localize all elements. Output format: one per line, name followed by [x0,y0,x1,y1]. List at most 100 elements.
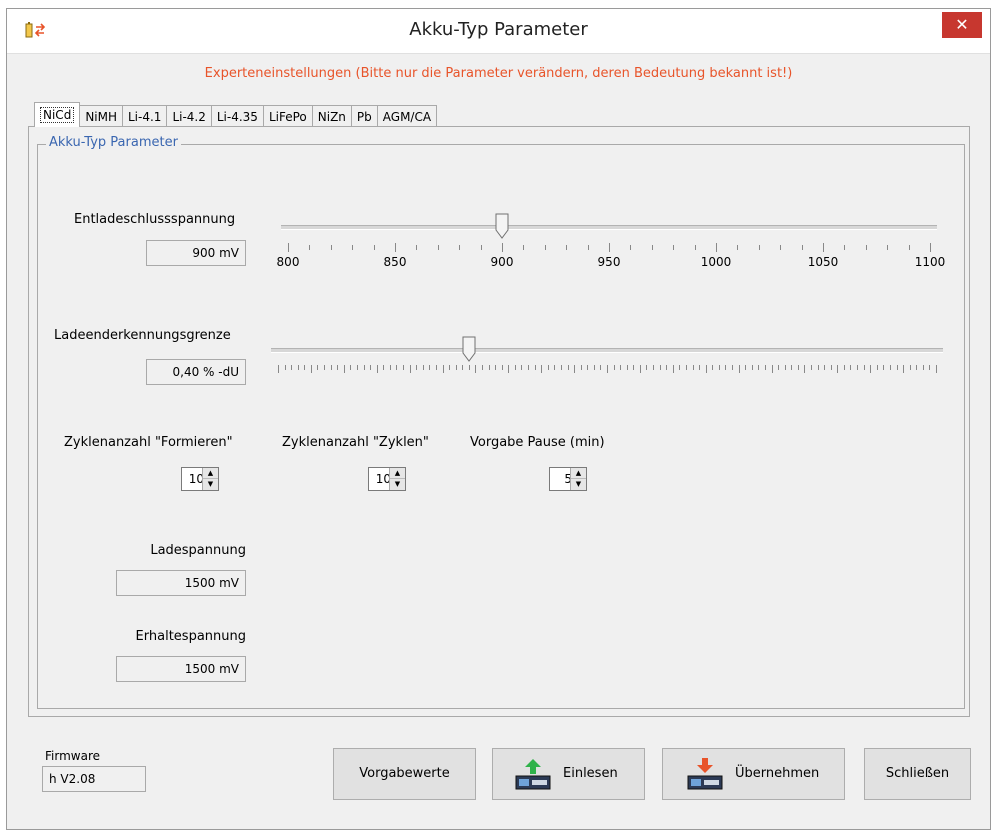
tab-li-4-1[interactable]: Li-4.1 [122,105,168,127]
stepper-up-icon[interactable]: ▲ [390,468,405,479]
slider-tick [310,365,312,373]
read-button[interactable]: Einlesen [492,748,645,800]
tab-li-4-35[interactable]: Li-4.35 [210,105,264,127]
slider-tick [429,365,431,370]
stepper-down-icon[interactable]: ▼ [390,479,405,490]
slider-tick [502,243,503,252]
ladespannung-value: 1500 mV [116,570,246,596]
slider-tick [370,365,372,370]
slider-tick [508,365,510,373]
tab-nicd[interactable]: NiCd [34,102,81,127]
slider-tick [651,245,653,250]
ladeende-slider[interactable] [271,330,943,390]
slider-tick [916,365,918,370]
slider-tick [317,365,319,370]
slider-tick [732,365,734,370]
slider-tick [373,245,375,250]
slider-tick [488,365,490,370]
slider-tick-label: 800 [276,255,300,269]
slider-tick [646,365,648,370]
slider-tick [554,365,556,370]
tab-li-4-2[interactable]: Li-4.2 [166,105,212,127]
slider-tick [547,365,549,370]
slider-tick [309,245,311,250]
apply-button[interactable]: Übernehmen [662,748,845,800]
ladeende-label: Ladeenderkennungsgrenze [54,328,231,343]
slider-tick [304,365,306,370]
slider-tick [455,365,457,370]
dialog-window: Akku-Typ Parameter ✕ Experteneinstellung… [6,8,991,830]
defaults-button[interactable]: Vorgabewerte [333,748,476,800]
tab-nizn[interactable]: NiZn [311,105,352,127]
slider-tick [791,365,793,370]
slider-tick [297,365,299,370]
slider-tick [837,365,839,373]
tab-agm-ca[interactable]: AGM/CA [376,105,438,127]
ladeende-slider-thumb[interactable] [462,336,476,362]
ladeende-value: 0,40 % -dU [146,359,246,385]
slider-tick [639,365,641,373]
expert-warning: Experteneinstellungen (Bitte nur die Par… [204,66,793,81]
tab-lifepo[interactable]: LiFePo [262,105,313,127]
apply-button-label: Übernehmen [735,766,820,781]
slider-tick [501,365,503,370]
slider-tick [745,365,747,370]
close-button[interactable]: Schließen [864,748,971,800]
title-bar: Akku-Typ Parameter ✕ [7,9,990,54]
zyklen-formieren-stepper[interactable]: 10 ▲ ▼ [181,467,219,491]
stepper-down-icon[interactable]: ▼ [203,479,218,490]
zyklen-formieren-value[interactable]: 10 [182,468,204,490]
parameter-groupbox: Akku-Typ Parameter Entladeschlussspannun… [37,135,965,709]
slider-tick [801,245,803,250]
slider-tick [797,365,799,370]
slider-tick [284,365,286,370]
zyklen-zyklen-value[interactable]: 10 [369,468,391,490]
erhaltespannung-label: Erhaltespannung [135,629,246,644]
slider-tick [694,245,696,250]
slider-tick [330,365,332,370]
slider-tick [620,365,622,370]
slider-tick [896,365,898,370]
pause-stepper[interactable]: 5 ▲ ▼ [549,467,587,491]
slider-tick [718,365,720,370]
slider-tick [824,365,826,370]
entlade-label: Entladeschlussspannung [74,212,236,227]
slider-tick [480,245,482,250]
slider-tick [278,365,279,373]
slider-tick [685,365,687,370]
slider-tick [810,365,812,370]
slider-tick [437,245,439,250]
pause-value[interactable]: 5 [550,468,572,490]
slider-tick [422,365,424,370]
stepper-up-icon[interactable]: ▲ [571,468,586,479]
window-title: Akku-Typ Parameter [409,19,588,40]
stepper-up-icon[interactable]: ▲ [203,468,218,479]
ladeende-slider-track [271,348,943,353]
slider-tick [830,365,832,370]
slider-tick [903,365,905,373]
entlade-slider[interactable]: 800 850 900 950 1000 1050 1100 [277,205,945,285]
stepper-down-icon[interactable]: ▼ [571,479,586,490]
device-download-icon [687,758,723,790]
slider-tick [495,365,497,370]
slider-tick [804,365,806,373]
tab-pb[interactable]: Pb [350,105,378,127]
slider-tick [778,365,780,370]
slider-tick [324,365,326,370]
slider-tick [481,365,483,370]
zyklen-zyklen-stepper[interactable]: 10 ▲ ▼ [368,467,406,491]
slider-tick [376,365,378,373]
slider-tick [883,365,885,370]
slider-tick [337,365,339,370]
slider-tick [416,245,418,250]
slider-tick [908,245,910,250]
slider-tick-label: 1050 [807,255,839,269]
slider-tick [758,245,760,250]
slider-tick [666,365,668,370]
entlade-slider-track [281,225,937,230]
entlade-slider-thumb[interactable] [495,213,509,239]
slider-tick [389,365,391,370]
close-window-button[interactable]: ✕ [942,12,982,38]
slider-tick [475,365,477,373]
tab-nimh[interactable]: NiMH [79,105,123,127]
